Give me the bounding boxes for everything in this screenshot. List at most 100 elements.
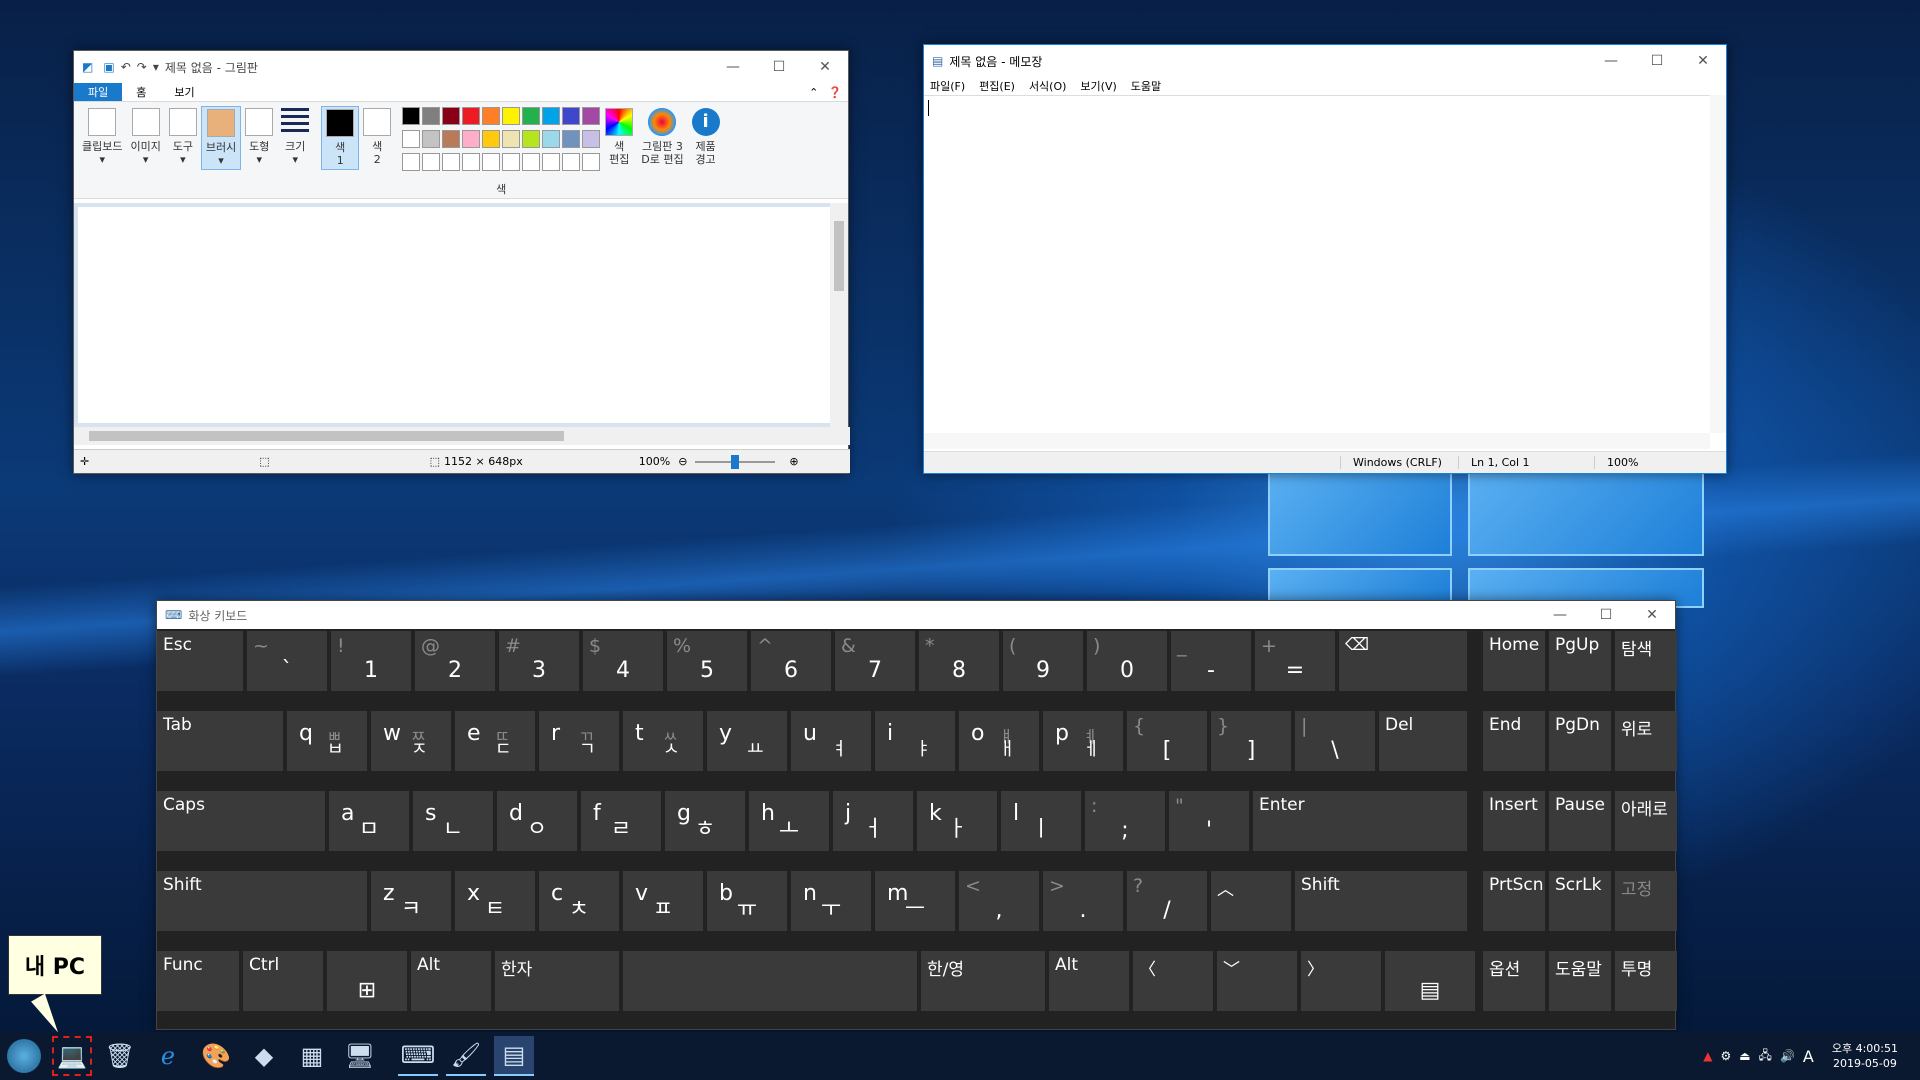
key-nav[interactable]: 아래로 — [1615, 791, 1677, 851]
menu-file[interactable]: 파일(F) — [930, 78, 965, 94]
color-swatch[interactable] — [582, 153, 601, 171]
tray-arrow-icon[interactable]: ▲ — [1703, 1049, 1712, 1063]
undo-icon[interactable]: ↶ — [121, 60, 131, 74]
key-0[interactable]: ) 0 — [1087, 631, 1167, 691]
recycle-bin-icon[interactable]: 🗑 — [100, 1036, 140, 1076]
color1-button[interactable]: 색 1 — [321, 106, 360, 170]
color-swatch[interactable] — [422, 130, 441, 148]
key-down[interactable]: ﹀ — [1217, 951, 1297, 1011]
key-p[interactable]: pㅖㅔ — [1043, 711, 1123, 771]
key-e[interactable]: eㄸㄷ — [455, 711, 535, 771]
volume-icon[interactable]: 🔊 — [1780, 1049, 1795, 1063]
key-esc[interactable]: Esc — [157, 631, 243, 691]
minimize-button[interactable]: — — [1537, 601, 1583, 629]
clipboard-group[interactable]: 클립보드 ▾ — [78, 106, 126, 168]
key-menu[interactable]: ▤ — [1385, 951, 1475, 1011]
color-swatch[interactable] — [542, 107, 561, 125]
color-swatch[interactable] — [542, 130, 561, 148]
key-shift-right[interactable]: Shift — [1295, 871, 1467, 931]
key-=[interactable]: + = — [1255, 631, 1335, 691]
key-nav[interactable]: End — [1483, 711, 1545, 771]
color-swatch[interactable] — [442, 130, 461, 148]
color-swatch[interactable] — [462, 107, 481, 125]
eraser-icon[interactable]: ◆ — [244, 1036, 284, 1076]
color-swatch[interactable] — [422, 153, 441, 171]
key-shift-left[interactable]: Shift — [157, 871, 367, 931]
key-del[interactable]: Del — [1379, 711, 1467, 771]
keyboard-taskbar-icon[interactable]: ⌨ — [398, 1036, 438, 1076]
maximize-button[interactable]: ☐ — [1634, 45, 1680, 77]
key-\[interactable]: | \ — [1295, 711, 1375, 771]
size-group[interactable]: 크기 ▾ — [277, 106, 313, 168]
color-swatch[interactable] — [542, 153, 561, 171]
color-swatch[interactable] — [482, 130, 501, 148]
key-n[interactable]: nㅜ — [791, 871, 871, 931]
key-v[interactable]: vㅍ — [623, 871, 703, 931]
key-right[interactable]: 〉 — [1301, 951, 1381, 1011]
product-alert-button[interactable]: i 제품 경고 — [688, 106, 724, 168]
paint3d-button[interactable]: 그림판 3 D로 편집 — [637, 106, 687, 168]
drawing-canvas[interactable] — [78, 207, 830, 423]
key-j[interactable]: jㅓ — [833, 791, 913, 851]
menu-format[interactable]: 서식(O) — [1029, 78, 1066, 94]
close-button[interactable]: ✕ — [1680, 45, 1726, 77]
key-9[interactable]: (9 — [1003, 631, 1083, 691]
tray-app-icon[interactable]: ⚙ — [1720, 1049, 1731, 1063]
key-nav[interactable]: PgDn — [1549, 711, 1611, 771]
grid-app-icon[interactable]: ▦ — [292, 1036, 332, 1076]
key-nav[interactable]: 옵션 — [1483, 951, 1545, 1011]
horizontal-scrollbar[interactable] — [74, 427, 850, 445]
color-swatch[interactable] — [482, 153, 501, 171]
color-swatch[interactable] — [582, 107, 601, 125]
key-[[interactable]: {[ — [1127, 711, 1207, 771]
maximize-button[interactable]: ☐ — [756, 51, 802, 83]
key-t[interactable]: tㅆㅅ — [623, 711, 703, 771]
save-icon[interactable]: ▣ — [103, 60, 114, 74]
key-caps[interactable]: Caps — [157, 791, 325, 851]
key-g[interactable]: gㅎ — [665, 791, 745, 851]
color-swatch[interactable] — [462, 153, 481, 171]
key-d[interactable]: dㅇ — [497, 791, 577, 851]
key-s[interactable]: sㄴ — [413, 791, 493, 851]
color-swatch[interactable] — [402, 107, 421, 125]
key-up[interactable]: ︿ — [1211, 871, 1291, 931]
zoom-slider[interactable] — [695, 454, 776, 469]
tools-group[interactable]: 도구 ▾ — [165, 106, 201, 168]
color-swatch[interactable] — [562, 107, 581, 125]
ime-indicator[interactable]: A — [1803, 1047, 1814, 1066]
ribbon-collapse-icon[interactable]: ⌃ — [805, 83, 822, 101]
key-l[interactable]: lㅣ — [1001, 791, 1081, 851]
key-'[interactable]: " ' — [1169, 791, 1249, 851]
key-][interactable]: }] — [1211, 711, 1291, 771]
key-2[interactable]: @2 — [415, 631, 495, 691]
key-,[interactable]: <, — [959, 871, 1039, 931]
color-swatch[interactable] — [402, 153, 421, 171]
key-3[interactable]: #3 — [499, 631, 579, 691]
color2-button[interactable]: 색 2 — [359, 106, 395, 168]
image-group[interactable]: 이미지 ▾ — [126, 106, 164, 168]
key-nav[interactable]: PrtScn — [1483, 871, 1545, 931]
key-alt[interactable]: Alt — [411, 951, 491, 1011]
color-swatch[interactable] — [522, 130, 541, 148]
zoom-in-icon[interactable]: ⊕ — [789, 455, 798, 468]
internet-explorer-icon[interactable]: ℯ — [148, 1036, 188, 1076]
key-h[interactable]: hㅗ — [749, 791, 829, 851]
vertical-scrollbar[interactable] — [830, 203, 848, 427]
tab-view[interactable]: 보기 — [160, 83, 208, 101]
key-f[interactable]: fㄹ — [581, 791, 661, 851]
key-nav[interactable]: 도움말 — [1549, 951, 1611, 1011]
key-hanja[interactable]: 한자 — [495, 951, 619, 1011]
key-backspace[interactable]: ⌫ — [1339, 631, 1467, 691]
shapes-group[interactable]: 도형 ▾ — [241, 106, 277, 168]
key-tab[interactable]: Tab — [157, 711, 283, 771]
minimize-button[interactable]: — — [1588, 45, 1634, 77]
key-q[interactable]: qㅃㅂ — [287, 711, 367, 771]
my-pc-icon[interactable]: 💻 — [52, 1036, 92, 1076]
minimize-button[interactable]: — — [710, 51, 756, 83]
key-k[interactable]: kㅏ — [917, 791, 997, 851]
key-nav[interactable]: Home — [1483, 631, 1545, 691]
key-nav[interactable]: Pause — [1549, 791, 1611, 851]
key-w[interactable]: wㅉㅈ — [371, 711, 451, 771]
color-swatch[interactable] — [502, 107, 521, 125]
redo-icon[interactable]: ↷ — [137, 60, 147, 74]
